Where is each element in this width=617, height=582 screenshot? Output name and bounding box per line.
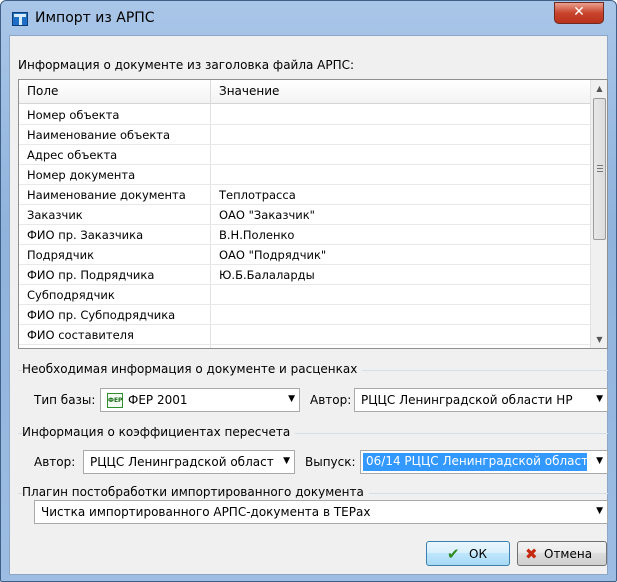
table-row[interactable]: ФИО пр. Субподрядчика: [19, 306, 590, 325]
grid-header: Поле Значение: [19, 80, 590, 104]
checkmark-icon: ✔: [447, 545, 460, 563]
field-cell: ФИО составителя: [27, 328, 134, 342]
chevron-down-icon: ▼: [596, 394, 603, 404]
chevron-down-icon: ▼: [596, 506, 603, 516]
table-row[interactable]: ФИО пр. Заказчика В.Н.Поленко: [19, 226, 590, 245]
vertical-scrollbar[interactable]: ▲ ▼: [590, 80, 607, 348]
cancel-button-label: Отмена: [544, 547, 593, 561]
field-cell: ФИО пр. Подрядчика: [27, 268, 155, 282]
coeff-author-combo[interactable]: РЦЦС Ленинградской области ▼: [83, 450, 295, 474]
base-type-value: ФЕР 2001: [128, 393, 188, 407]
field-cell: Номер документа: [27, 168, 136, 182]
value-cell[interactable]: В.Н.Поленко: [219, 228, 584, 242]
value-cell[interactable]: ОАО "Заказчик": [219, 208, 584, 222]
cancel-x-icon: ✖: [525, 545, 538, 563]
field-cell: Наименование документа: [27, 188, 186, 202]
chevron-down-icon: ▼: [596, 456, 603, 466]
field-cell: ФИО пр. Заказчика: [27, 228, 144, 242]
author-label: Автор:: [310, 393, 352, 407]
field-cell: ФИО пр. Субподрядчика: [27, 308, 176, 322]
table-row[interactable]: Номер документа: [19, 166, 590, 185]
chevron-down-icon: ▼: [283, 456, 290, 466]
scroll-down-icon[interactable]: ▼: [591, 331, 607, 348]
field-cell: Заказчик: [27, 208, 83, 222]
table-row[interactable]: Субподрядчик: [19, 286, 590, 305]
column-header-value[interactable]: Значение: [219, 84, 279, 98]
plugin-value: Чистка импортированного АРПС-документа в…: [41, 505, 371, 519]
close-button[interactable]: ✕: [554, 2, 604, 24]
grip-icon: [597, 165, 603, 172]
field-cell: Подрядчик: [27, 248, 95, 262]
field-cell: Наименование объекта: [27, 128, 171, 142]
ok-button-label: ОК: [469, 547, 487, 561]
value-cell[interactable]: Теплотрасса: [219, 188, 584, 202]
table-row[interactable]: ФИО составителя: [19, 326, 590, 345]
base-type-combo[interactable]: ФЕР ФЕР 2001 ▼: [100, 388, 300, 412]
author-value: РЦЦС Ленинградской области НР: [361, 393, 573, 407]
table-row[interactable]: Подрядчик ОАО "Подрядчик": [19, 246, 590, 265]
fep-icon: ФЕР: [107, 393, 123, 408]
release-value: 06/14 РЦЦС Ленинградской области: [363, 453, 587, 471]
value-cell[interactable]: Ю.Б.Балаларды: [219, 268, 584, 282]
release-label: Выпуск:: [305, 455, 356, 469]
release-combo[interactable]: 06/14 РЦЦС Ленинградской области ▼: [360, 450, 608, 474]
plugin-legend: Плагин постобработки импортированного до…: [22, 485, 369, 499]
field-cell: Номер объекта: [27, 108, 120, 122]
scroll-thumb[interactable]: [593, 98, 606, 240]
app-icon: [12, 12, 28, 26]
table-row[interactable]: Наименование документа Теплотрасса: [19, 186, 590, 205]
table-row[interactable]: Номер объекта: [19, 106, 590, 125]
title-bar[interactable]: Импорт из АРПС ✕: [1, 1, 616, 35]
table-row[interactable]: Адрес объекта: [19, 146, 590, 165]
author-combo[interactable]: РЦЦС Ленинградской области НР ▼: [354, 388, 608, 412]
scroll-up-icon[interactable]: ▲: [591, 80, 607, 97]
cancel-button[interactable]: ✖ Отмена: [517, 541, 607, 566]
coeff-author-value: РЦЦС Ленинградской области: [90, 455, 274, 469]
ok-button[interactable]: ✔ ОК: [426, 541, 510, 566]
window-title: Импорт из АРПС: [35, 10, 155, 26]
header-info-grid: Поле Значение Номер объекта Наименование …: [18, 79, 608, 349]
table-row[interactable]: Наименование объекта: [19, 126, 590, 145]
coeff-info-legend: Информация о коэффициентах пересчета: [22, 425, 296, 439]
header-info-legend: Информация о документе из заголовка файл…: [18, 58, 360, 72]
plugin-combo[interactable]: Чистка импортированного АРПС-документа в…: [34, 500, 608, 524]
value-cell[interactable]: ОАО "Подрядчик": [219, 248, 584, 262]
chevron-down-icon: ▼: [288, 394, 295, 404]
coeff-author-label: Автор:: [34, 455, 76, 469]
column-header-field[interactable]: Поле: [27, 84, 58, 98]
field-cell: Адрес объекта: [27, 148, 118, 162]
column-separator[interactable]: [210, 80, 211, 104]
field-cell: Субподрядчик: [27, 288, 115, 302]
base-type-label: Тип базы:: [34, 393, 96, 407]
table-row[interactable]: ФИО пр. Подрядчика Ю.Б.Балаларды: [19, 266, 590, 285]
required-info-legend: Необходимая информация о документе и рас…: [22, 362, 363, 376]
table-row[interactable]: Заказчик ОАО "Заказчик": [19, 206, 590, 225]
